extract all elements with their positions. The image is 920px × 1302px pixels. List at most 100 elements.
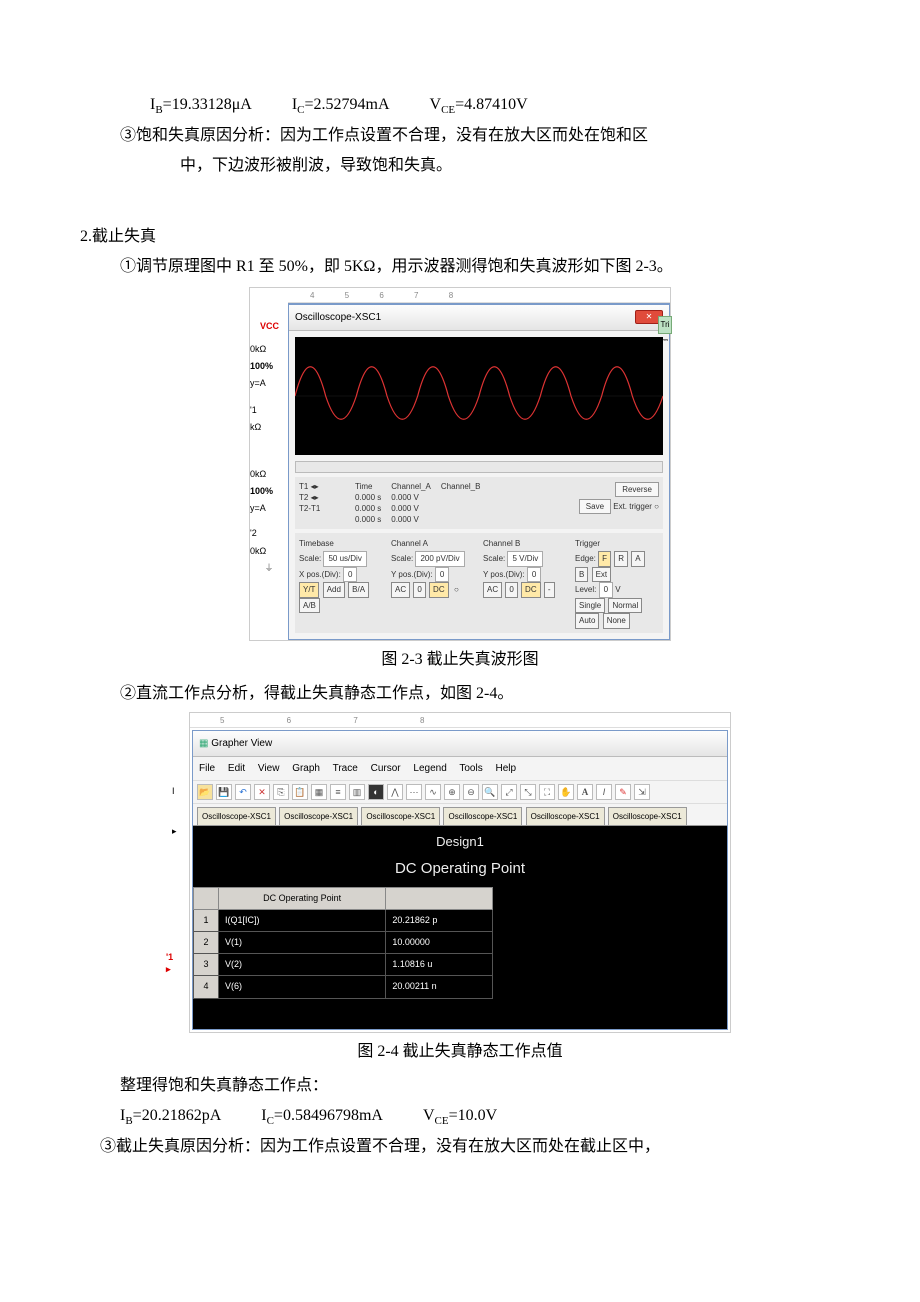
chA-ac-button[interactable]: AC bbox=[391, 582, 410, 598]
ba-button[interactable]: B/A bbox=[348, 582, 369, 598]
trigger-marker-icon: Tri⎓ bbox=[658, 316, 672, 334]
tab-oscilloscope[interactable]: Oscilloscope-XSC1 bbox=[443, 807, 522, 825]
figure-2-3-caption: 图 2-3 截止失真波形图 bbox=[80, 645, 840, 675]
grapher-window: ▦ Grapher View File Edit View Graph Trac… bbox=[192, 730, 728, 1030]
dc-operating-point-table: DC Operating Point 1I(Q1[IC])20.21862 p … bbox=[193, 887, 493, 998]
tool-fit-icon[interactable]: ⛶ bbox=[539, 784, 555, 800]
tool-paste-icon[interactable]: 📋 bbox=[292, 784, 308, 800]
edge-F-button[interactable]: F bbox=[598, 551, 611, 567]
grapher-toolbar: 📂 💾 ↶ ✕ ⎘ 📋 ▦ ≡ ▥ ◐ ⋀ ⋯ ∿ ⊕ ⊖ 🔍 ⤢ ⤡ ⛶ ✋ … bbox=[193, 781, 727, 804]
step-2-text: ②直流工作点分析，得截止失真静态工作点，如图 2-4。 bbox=[80, 679, 840, 709]
grapher-left-labels: I ▸ '1 ▸ bbox=[166, 713, 190, 1032]
scope-screen bbox=[295, 337, 663, 455]
tool-zoomin-icon[interactable]: ⊕ bbox=[444, 784, 460, 800]
figure-2-4-caption: 图 2-4 截止失真静态工作点值 bbox=[80, 1037, 840, 1067]
equation-line-2: IB=20.21862pAIC=0.58496798mAVCE=10.0V bbox=[80, 1101, 840, 1132]
tool-cursor-icon[interactable]: ⋀ bbox=[387, 784, 403, 800]
tab-oscilloscope[interactable]: Oscilloscope-XSC1 bbox=[526, 807, 605, 825]
save-button[interactable]: Save bbox=[579, 499, 611, 514]
scope-controls: Timebase Scale: 50 us/Div X pos.(Div): 0… bbox=[295, 533, 663, 633]
grapher-heading: Design1 DC Operating Point bbox=[193, 826, 727, 887]
edge-A-button[interactable]: A bbox=[631, 551, 644, 567]
menu-trace[interactable]: Trace bbox=[333, 763, 358, 774]
add-button[interactable]: Add bbox=[323, 582, 345, 598]
tool-open-icon[interactable]: 📂 bbox=[197, 784, 213, 800]
chB-ac-button[interactable]: AC bbox=[483, 582, 502, 598]
scope-scrollbar[interactable] bbox=[295, 461, 663, 473]
waveform-icon bbox=[295, 337, 663, 455]
tool-blackwhite-icon[interactable]: ◐ bbox=[368, 784, 384, 800]
grapher-view-figure: I ▸ '1 ▸ 5 6 7 8 ▦ Grapher View File Edi… bbox=[189, 712, 731, 1033]
tool-grid-icon[interactable]: ▦ bbox=[311, 784, 327, 800]
saturation-analysis-line2: 中，下边波形被削波，导致饱和失真。 bbox=[80, 151, 840, 181]
tool-export-icon[interactable]: ⇲ bbox=[634, 784, 650, 800]
grapher-table-wrap: DC Operating Point 1I(Q1[IC])20.21862 p … bbox=[193, 887, 727, 1028]
tool-zoom-icon[interactable]: 🔍 bbox=[482, 784, 498, 800]
table-row: 4V(6)20.00211 n bbox=[194, 976, 493, 998]
tab-oscilloscope[interactable]: Oscilloscope-XSC1 bbox=[279, 807, 358, 825]
chA-0-button[interactable]: 0 bbox=[413, 582, 425, 598]
menu-help[interactable]: Help bbox=[496, 763, 517, 774]
reverse-button[interactable]: Reverse bbox=[615, 482, 659, 497]
cursor-readout: T1 ◂▸ T2 ◂▸ T2-T1 Time 0.000 s 0.000 s 0… bbox=[295, 477, 663, 530]
trig-none-button[interactable]: None bbox=[603, 613, 630, 629]
chB-0-button[interactable]: 0 bbox=[505, 582, 517, 598]
menu-cursor[interactable]: Cursor bbox=[371, 763, 401, 774]
equation-line-1: IB=19.33128μAIC=2.52794mAVCE=4.87410V bbox=[80, 90, 840, 121]
result-summary-line: 整理得饱和失真静态工作点： bbox=[80, 1071, 840, 1101]
saturation-analysis-line1: ③饱和失真原因分析：因为工作点设置不合理，没有在放大区而处在饱和区 bbox=[80, 121, 840, 151]
tool-dots-icon[interactable]: ⋯ bbox=[406, 784, 422, 800]
table-row: 3V(2)1.10816 u bbox=[194, 954, 493, 976]
edge-B-button[interactable]: B bbox=[575, 567, 588, 583]
schematic-left-labels: VCC 0kΩ 100% y=A '1 kΩ 0kΩ 100% y=A '2 0… bbox=[250, 302, 288, 582]
chB-minus-button[interactable]: - bbox=[544, 582, 555, 598]
ext-trigger-label: Ext. trigger bbox=[613, 502, 652, 511]
tool-copy-icon[interactable]: ⎘ bbox=[273, 784, 289, 800]
tool-italic-icon[interactable]: I bbox=[596, 784, 612, 800]
tool-undo-icon[interactable]: ↶ bbox=[235, 784, 251, 800]
tool-hand-icon[interactable]: ✋ bbox=[558, 784, 574, 800]
step-1-text: ①调节原理图中 R1 至 50%，即 5KΩ，用示波器测得饱和失真波形如下图 2… bbox=[80, 252, 840, 282]
tool-delete-icon[interactable]: ✕ bbox=[254, 784, 270, 800]
menu-view[interactable]: View bbox=[258, 763, 280, 774]
tab-oscilloscope[interactable]: Oscilloscope-XSC1 bbox=[197, 807, 276, 825]
menu-legend[interactable]: Legend bbox=[413, 763, 446, 774]
oscilloscope-window: Oscilloscope-XSC1 ✕ T1 ◂▸ T2 ◂▸ T2-T1 Ti… bbox=[288, 303, 670, 640]
menu-tools[interactable]: Tools bbox=[459, 763, 482, 774]
tool-zoomx-icon[interactable]: ⤢ bbox=[501, 784, 517, 800]
grapher-window-icon: ▦ bbox=[199, 738, 208, 749]
tool-chart-icon[interactable]: ▥ bbox=[349, 784, 365, 800]
column-header: DC Operating Point bbox=[219, 888, 386, 910]
tab-oscilloscope[interactable]: Oscilloscope-XSC1 bbox=[608, 807, 687, 825]
grapher-title: Grapher View bbox=[211, 738, 272, 749]
menu-edit[interactable]: Edit bbox=[228, 763, 245, 774]
table-row: 2V(1)10.00000 bbox=[194, 932, 493, 954]
tool-zoomout-icon[interactable]: ⊖ bbox=[463, 784, 479, 800]
trig-single-button[interactable]: Single bbox=[575, 598, 605, 614]
ab-button[interactable]: A/B bbox=[299, 598, 320, 614]
chB-dc-button[interactable]: DC bbox=[521, 582, 541, 598]
grapher-menu-bar: File Edit View Graph Trace Cursor Legend… bbox=[193, 757, 727, 781]
grapher-tabs: Oscilloscope-XSC1 Oscilloscope-XSC1 Osci… bbox=[193, 804, 727, 826]
tool-wave-icon[interactable]: ∿ bbox=[425, 784, 441, 800]
tool-zoomy-icon[interactable]: ⤡ bbox=[520, 784, 536, 800]
tool-color-icon[interactable]: ✎ bbox=[615, 784, 631, 800]
cutoff-analysis-line: ③截止失真原因分析：因为工作点设置不合理，没有在放大区而处在截止区中， bbox=[80, 1132, 840, 1162]
ruler: 4 5 6 7 8 bbox=[250, 288, 670, 303]
ruler: 5 6 7 8 bbox=[190, 713, 730, 728]
edge-R-button[interactable]: R bbox=[614, 551, 628, 567]
tab-oscilloscope[interactable]: Oscilloscope-XSC1 bbox=[361, 807, 440, 825]
trig-normal-button[interactable]: Normal bbox=[608, 598, 642, 614]
menu-file[interactable]: File bbox=[199, 763, 215, 774]
table-row: 1I(Q1[IC])20.21862 p bbox=[194, 910, 493, 932]
menu-graph[interactable]: Graph bbox=[292, 763, 320, 774]
oscilloscope-title: Oscilloscope-XSC1 bbox=[295, 308, 381, 327]
edge-Ext-button[interactable]: Ext bbox=[592, 567, 612, 583]
section-2-title: 2.截止失真 bbox=[80, 222, 840, 252]
tool-save-icon[interactable]: 💾 bbox=[216, 784, 232, 800]
chA-dc-button[interactable]: DC bbox=[429, 582, 449, 598]
yt-button[interactable]: Y/T bbox=[299, 582, 319, 598]
tool-font-icon[interactable]: A bbox=[577, 784, 593, 800]
trig-auto-button[interactable]: Auto bbox=[575, 613, 599, 629]
tool-list-icon[interactable]: ≡ bbox=[330, 784, 346, 800]
